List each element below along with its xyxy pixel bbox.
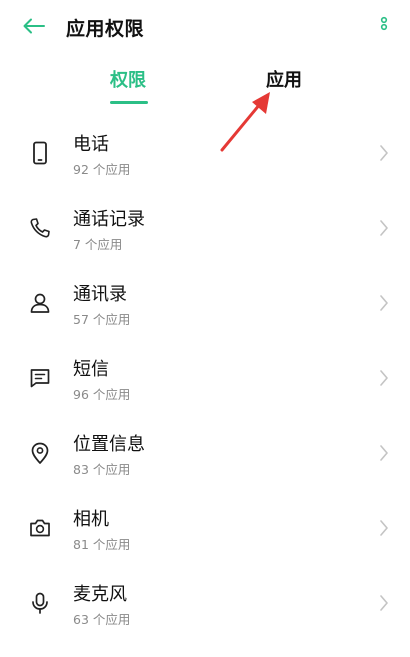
permission-item-microphone[interactable]: 麦克风 63 个应用: [0, 565, 410, 640]
chevron-right-icon: [380, 445, 388, 461]
permission-name: 位置信息: [73, 434, 145, 455]
permission-list: 电话 92 个应用 通话记录 7 个应用 通讯录 57 个应用 短信 96 个应…: [0, 115, 410, 640]
back-button[interactable]: [18, 12, 50, 40]
permission-item-phone[interactable]: 电话 92 个应用: [0, 115, 410, 190]
tab-bar: 权限 应用: [0, 58, 410, 108]
permission-name: 短信: [73, 359, 109, 380]
permission-app-count: 57 个应用: [73, 312, 131, 327]
permission-app-count: 92 个应用: [73, 162, 131, 177]
permission-name: 电话: [73, 134, 109, 155]
permission-app-count: 7 个应用: [73, 237, 123, 252]
camera-icon: [26, 514, 54, 542]
permission-item-location[interactable]: 位置信息 83 个应用: [0, 415, 410, 490]
location-pin-icon: [26, 439, 54, 467]
permission-item-sms[interactable]: 短信 96 个应用: [0, 340, 410, 415]
permission-item-camera[interactable]: 相机 81 个应用: [0, 490, 410, 565]
arrow-left-icon: [23, 18, 45, 34]
permission-name: 通讯录: [73, 284, 127, 305]
message-icon: [26, 364, 54, 392]
chevron-right-icon: [380, 145, 388, 161]
chevron-right-icon: [380, 370, 388, 386]
tab-apps[interactable]: 应用: [266, 66, 302, 92]
chevron-right-icon: [380, 595, 388, 611]
chevron-right-icon: [380, 295, 388, 311]
tab-permissions[interactable]: 权限: [110, 66, 146, 92]
permission-item-call-log[interactable]: 通话记录 7 个应用: [0, 190, 410, 265]
permission-name: 相机: [73, 509, 109, 530]
permission-app-count: 63 个应用: [73, 612, 131, 627]
page-title: 应用权限: [66, 18, 145, 40]
chevron-right-icon: [380, 520, 388, 536]
permission-item-contacts[interactable]: 通讯录 57 个应用: [0, 265, 410, 340]
permission-name: 通话记录: [73, 209, 145, 230]
microphone-icon: [26, 589, 54, 617]
contact-person-icon: [26, 289, 54, 317]
permission-app-count: 96 个应用: [73, 387, 131, 402]
more-options-button[interactable]: [372, 12, 396, 40]
app-permissions-screen: 应用权限 权限 应用 电话 92 个应用 通话记录 7 个应用 通讯录 57 个…: [0, 0, 410, 657]
header: 应用权限: [0, 0, 410, 52]
permission-app-count: 83 个应用: [73, 462, 131, 477]
permission-name: 麦克风: [73, 584, 127, 605]
phone-device-icon: [26, 139, 54, 167]
call-handset-icon: [26, 214, 54, 242]
more-vertical-icon: [380, 16, 388, 31]
permission-app-count: 81 个应用: [73, 537, 131, 552]
chevron-right-icon: [380, 220, 388, 236]
active-tab-indicator: [110, 101, 148, 104]
